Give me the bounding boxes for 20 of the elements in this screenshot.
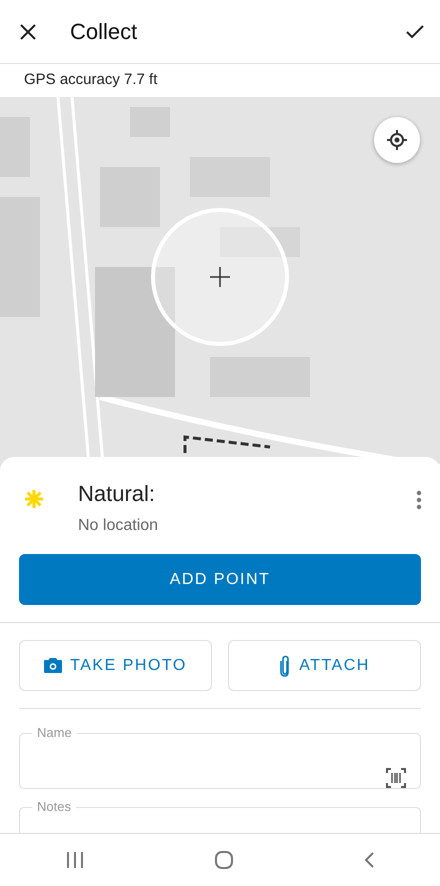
camera-icon	[44, 658, 62, 673]
close-icon[interactable]	[20, 24, 36, 40]
recent-apps-icon[interactable]	[66, 852, 84, 868]
take-photo-button[interactable]: TAKE PHOTO	[19, 640, 212, 691]
checkmark-icon[interactable]	[406, 24, 424, 38]
screen-title: Collect	[70, 18, 138, 46]
barcode-scan-icon[interactable]	[386, 768, 406, 788]
field-label: Name	[36, 724, 73, 742]
crosshair-icon	[387, 130, 407, 150]
paperclip-icon	[279, 654, 292, 676]
more-options-icon[interactable]	[416, 490, 422, 510]
feature-title: Natural:	[78, 480, 156, 508]
field-label: Notes	[36, 798, 72, 816]
asterisk-symbol-icon	[24, 489, 44, 509]
attach-button[interactable]: ATTACH	[228, 640, 421, 691]
gps-accuracy-text: GPS accuracy 7.7 ft	[24, 70, 158, 90]
back-icon[interactable]	[364, 852, 374, 868]
add-point-button[interactable]: ADD POINT	[19, 554, 421, 605]
home-icon[interactable]	[214, 851, 233, 869]
feature-subtitle: No location	[78, 516, 160, 536]
